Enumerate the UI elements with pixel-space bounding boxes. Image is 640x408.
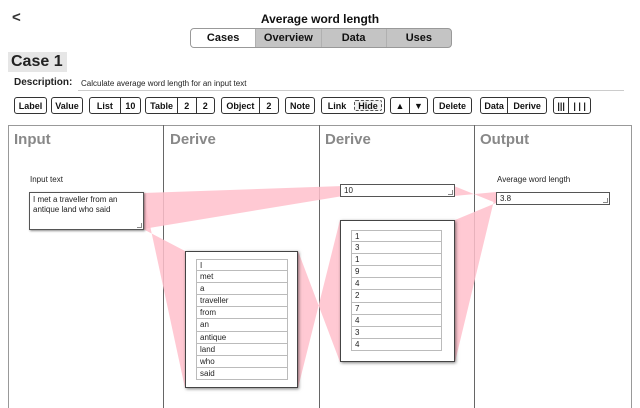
list-item[interactable]: 3 bbox=[351, 326, 442, 339]
resize-grip-icon[interactable] bbox=[137, 223, 142, 228]
list-item[interactable]: I bbox=[196, 259, 288, 272]
link-ribbon bbox=[298, 220, 340, 388]
output-value: 3.8 bbox=[500, 194, 512, 203]
list-item[interactable]: traveller bbox=[196, 295, 288, 308]
output-label: Average word length bbox=[497, 175, 571, 184]
resize-grip-icon[interactable] bbox=[448, 190, 453, 195]
list-item[interactable]: 4 bbox=[351, 338, 442, 351]
word-list: Imet a traveller from an antique land who said bbox=[196, 259, 288, 380]
list-item[interactable]: 1 bbox=[351, 254, 442, 267]
input-text-value: I met a traveller from an antique land w… bbox=[33, 195, 118, 214]
list-item[interactable]: 2 bbox=[351, 290, 442, 303]
list-item[interactable]: antique bbox=[196, 331, 288, 344]
input-text-label: Input text bbox=[30, 175, 63, 184]
list-item[interactable]: who bbox=[196, 355, 288, 368]
list-item[interactable]: said bbox=[196, 367, 288, 380]
word-count-field[interactable]: 10 bbox=[340, 184, 455, 197]
list-item[interactable]: from bbox=[196, 307, 288, 320]
list-item[interactable]: 3 bbox=[351, 242, 442, 255]
list-item[interactable]: a bbox=[196, 283, 288, 296]
link-ribbon bbox=[454, 186, 496, 203]
list-item[interactable]: met bbox=[196, 271, 288, 284]
list-item[interactable]: 9 bbox=[351, 266, 442, 279]
list-item[interactable]: land bbox=[196, 343, 288, 356]
list-item[interactable]: 7 bbox=[351, 302, 442, 315]
link-ribbon bbox=[455, 192, 496, 362]
list-item[interactable]: 4 bbox=[351, 278, 442, 291]
resize-grip-icon[interactable] bbox=[603, 198, 608, 203]
link-ribbon bbox=[143, 186, 343, 229]
list-item[interactable]: 4 bbox=[351, 314, 442, 327]
list-item[interactable]: an bbox=[196, 319, 288, 332]
word-count-value: 10 bbox=[344, 186, 353, 195]
list-item[interactable]: 1 bbox=[351, 230, 442, 243]
output-value-field[interactable]: 3.8 bbox=[496, 192, 610, 205]
length-list: 1319427434 bbox=[351, 230, 442, 351]
input-text-field[interactable]: I met a traveller from an antique land w… bbox=[29, 192, 144, 230]
